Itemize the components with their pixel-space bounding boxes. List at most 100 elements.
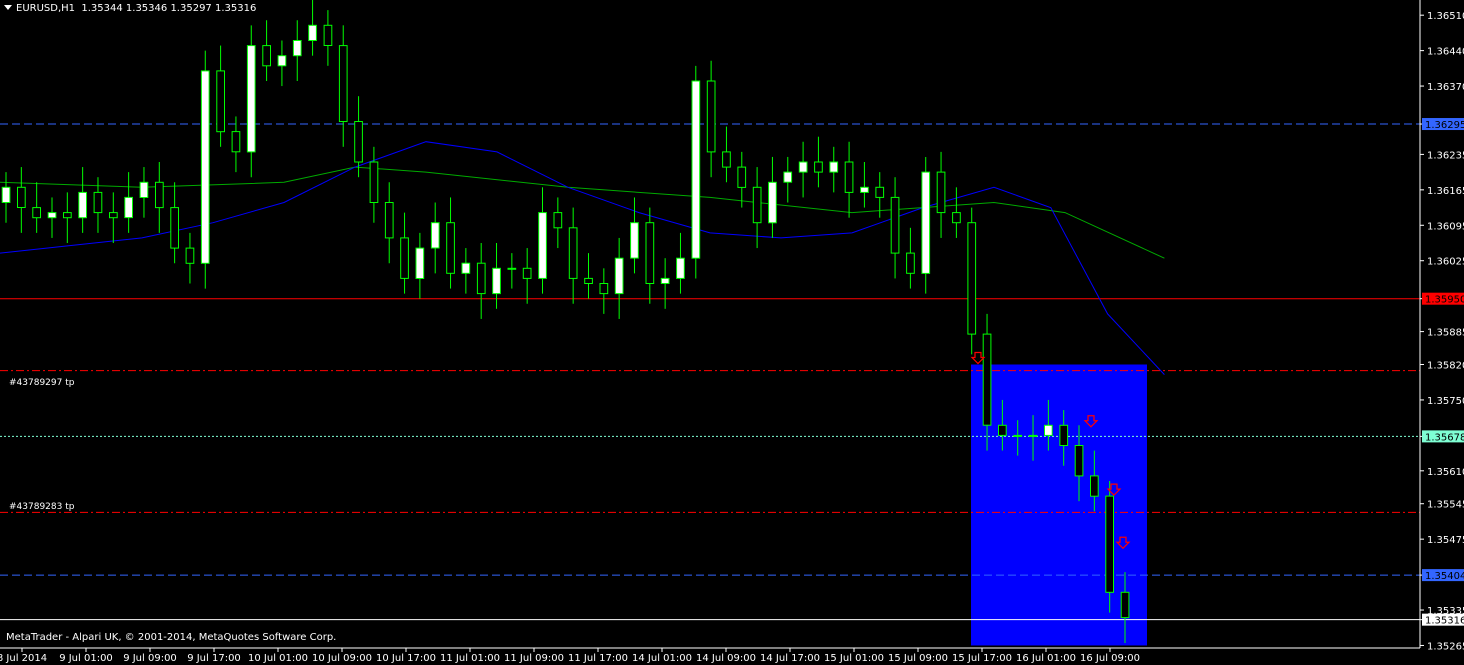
candle-body <box>645 222 655 284</box>
candle-body <box>752 186 762 224</box>
price-tick-label: 1.35750 <box>1427 396 1464 407</box>
time-tick-label: 9 Jul 01:00 <box>59 653 113 664</box>
candle-body <box>292 40 302 57</box>
candle-body <box>875 186 885 198</box>
time-tick-label: 15 Jul 01:00 <box>824 653 884 664</box>
price-tick-label: 1.36025 <box>1427 257 1464 268</box>
candle-body <box>93 191 103 214</box>
candle-body <box>1090 475 1099 497</box>
price-tick-label: 1.35475 <box>1427 535 1464 546</box>
candle-body <box>936 171 946 214</box>
candle-body <box>155 181 164 209</box>
candle-body <box>308 24 317 41</box>
price-tick-label: 1.35404 <box>1425 571 1464 582</box>
price-tick-label: 1.35678 <box>1425 432 1464 443</box>
symbol-title: EURUSD,H1 1.35344 1.35346 1.35297 1.3531… <box>4 3 256 14</box>
candle-body <box>691 80 701 259</box>
price-tick-label: 1.36440 <box>1427 47 1464 58</box>
candle-body <box>507 267 517 270</box>
candle-body <box>384 202 394 239</box>
candle-body <box>952 212 961 224</box>
candle-body <box>63 212 72 219</box>
time-tick-label: 10 Jul 09:00 <box>312 653 372 664</box>
price-tick-label: 1.36510 <box>1427 11 1464 22</box>
candle-body <box>676 257 685 279</box>
price-tick-label: 1.35820 <box>1427 361 1464 372</box>
candle-body <box>476 262 486 295</box>
candle-body <box>1120 591 1130 619</box>
candle-body <box>415 247 425 280</box>
candle-body <box>860 186 869 193</box>
candle-body <box>538 212 547 279</box>
price-tick-label: 1.35610 <box>1427 467 1464 478</box>
candle-body <box>630 222 639 259</box>
candle-body <box>78 191 88 219</box>
time-tick-label: 10 Jul 01:00 <box>248 653 308 664</box>
price-chart[interactable]: 1.36510 1.36440 1.36370 1.36295 1.36235 1.361… <box>0 0 1464 665</box>
copyright-text: MetaTrader - Alpari UK, © 2001-2014, Met… <box>6 632 337 643</box>
candle-body <box>906 252 915 274</box>
candle-body <box>430 222 440 249</box>
order-label-43789283: #43789283 tp <box>9 502 75 512</box>
price-tick-label: 1.36295 <box>1425 120 1464 131</box>
candle-body <box>200 70 210 264</box>
candle-body <box>32 207 41 219</box>
candle-body <box>400 237 409 279</box>
time-tick-label: 9 Jul 17:00 <box>187 653 241 664</box>
price-tick-label: 1.35316 <box>1425 616 1464 627</box>
time-tick-label: 11 Jul 17:00 <box>568 653 628 664</box>
price-tick-label: 1.35950 <box>1425 295 1464 306</box>
candle-body <box>246 45 256 153</box>
dropdown-triangle-icon[interactable] <box>4 5 12 10</box>
candle-body <box>1074 445 1084 477</box>
candle-body <box>492 267 501 295</box>
candle-body <box>584 277 593 284</box>
candle-body <box>277 55 287 67</box>
ohlc-readout: 1.35344 1.35346 1.35297 1.35316 <box>81 3 257 14</box>
candle-body <box>967 222 977 335</box>
candle-body <box>798 161 808 173</box>
price-tick-label: 1.36235 <box>1427 150 1464 161</box>
price-tick-label: 1.36095 <box>1427 221 1464 232</box>
candle-body <box>17 186 26 209</box>
price-tick-label: 1.36370 <box>1427 82 1464 93</box>
time-tick-label: 15 Jul 09:00 <box>888 653 948 664</box>
time-tick-label: 9 Jul 09:00 <box>123 653 177 664</box>
candle-body <box>323 24 333 46</box>
candle-body <box>1044 424 1053 436</box>
chart-window[interactable]: 1.36510 1.36440 1.36370 1.36295 1.36235 1.361… <box>0 0 1464 665</box>
candle-body <box>614 257 624 295</box>
time-tick-label: 14 Jul 01:00 <box>632 653 692 664</box>
candle-body <box>1105 495 1115 593</box>
candle-body <box>170 207 180 249</box>
time-tick-label: 14 Jul 09:00 <box>696 653 756 664</box>
time-tick-label: 8 Jul 2014 <box>0 653 47 664</box>
candle-body <box>982 333 992 426</box>
price-tick-label: 1.35265 <box>1427 641 1464 652</box>
candle-body <box>446 222 455 274</box>
candle-body <box>1028 434 1038 437</box>
time-tick-label: 16 Jul 09:00 <box>1080 653 1140 664</box>
candle-body <box>338 45 348 122</box>
candle-body <box>890 196 900 254</box>
candle-body <box>599 283 609 295</box>
candle-body <box>522 267 532 279</box>
time-tick-label: 10 Jul 17:00 <box>376 653 436 664</box>
order-label-43789297: #43789297 tp <box>9 378 75 388</box>
time-tick-label: 14 Jul 17:00 <box>760 653 820 664</box>
candle-body <box>998 424 1007 436</box>
candle-body <box>768 181 777 224</box>
candle-body <box>783 171 793 183</box>
candle-body <box>1 186 11 204</box>
symbol-timeframe: EURUSD,H1 <box>16 3 76 14</box>
candle-body <box>461 262 471 274</box>
candle-body <box>47 212 57 219</box>
candle-body <box>660 277 670 284</box>
candle-body <box>231 131 241 153</box>
candle-body <box>354 121 363 163</box>
candle-body <box>829 161 839 173</box>
candle-body <box>139 181 149 199</box>
selection-rectangle <box>971 364 1147 646</box>
candle-body <box>185 247 195 264</box>
candle-body <box>844 161 854 193</box>
